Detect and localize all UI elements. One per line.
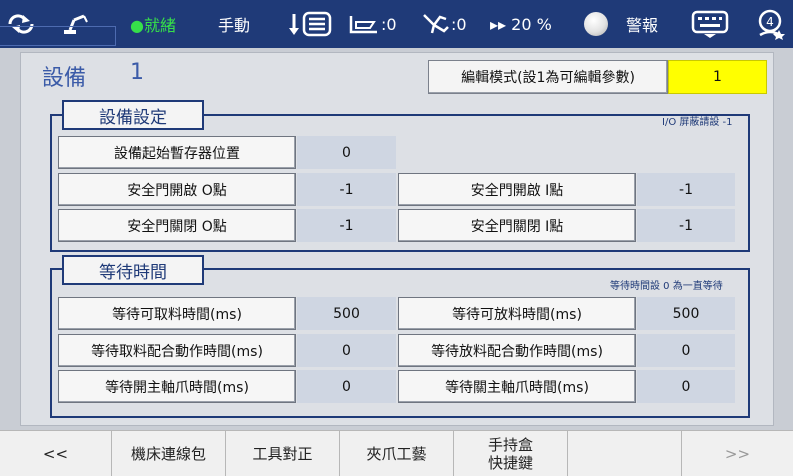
alarm-label[interactable]: 警報 [626, 0, 658, 48]
tab-handheld-shortcut-line1: 手持盒 [487, 436, 533, 454]
wait-pick-action-input[interactable]: 0 [297, 334, 396, 367]
start-register-input[interactable]: 0 [297, 136, 396, 169]
door-close-i-label: 安全門關閉 I點 [398, 209, 636, 242]
wait-place-action-label: 等待放料配合動作時間(ms) [398, 334, 636, 367]
status-ready: ●就緒 [130, 16, 176, 35]
edit-mode-input[interactable]: 1 [668, 60, 767, 94]
tab-tool-align[interactable]: 工具對正 [226, 431, 340, 476]
device-number: 1 [130, 60, 144, 85]
counter-2: :0 [451, 14, 467, 34]
door-open-o-input[interactable]: -1 [297, 173, 396, 206]
prev-page-button[interactable]: << [0, 431, 112, 476]
speed-readout[interactable]: ▸▸ 20 % [490, 0, 552, 48]
speed-knob[interactable] [584, 0, 608, 48]
speed-knob-icon [584, 12, 608, 36]
gripper-icon[interactable] [420, 0, 452, 48]
conveyor-icon[interactable] [348, 0, 380, 48]
wait-time-title: 等待時間 [62, 255, 204, 285]
door-open-i-input[interactable]: -1 [637, 173, 735, 206]
tab-handheld-shortcut[interactable]: 手持盒 快捷鍵 [454, 431, 568, 476]
tab-handheld-shortcut-line2: 快捷鍵 [487, 454, 533, 472]
door-close-o-input[interactable]: -1 [297, 209, 396, 242]
empty-tab-slot [568, 431, 682, 476]
bottom-nav-bar: << 機床連線包 工具對正 夾爪工藝 手持盒 快捷鍵 >> [0, 430, 793, 476]
mode-indicator-box [0, 26, 116, 46]
equipment-settings-title: 設備設定 [62, 100, 204, 130]
user-level-icon[interactable]: 4 [757, 0, 785, 48]
io-mask-note: I/O 屏蔽請設 -1 [662, 117, 733, 128]
door-close-o-label: 安全門關閉 O點 [58, 209, 296, 242]
wait-spindle-close-label: 等待關主軸爪時間(ms) [398, 370, 636, 403]
wait-place-ready-input[interactable]: 500 [637, 297, 735, 330]
top-status-bar: ●就緒 手動 :0 :0 ▸▸ 20 % 警報 4 [0, 0, 793, 48]
wait-place-action-input[interactable]: 0 [637, 334, 735, 367]
next-page-button[interactable]: >> [682, 431, 793, 476]
wait-pick-ready-label: 等待可取料時間(ms) [58, 297, 296, 330]
wait-pick-ready-input[interactable]: 500 [297, 297, 396, 330]
svg-text:4: 4 [766, 15, 774, 29]
wait-spindle-close-input[interactable]: 0 [637, 370, 735, 403]
mode-label[interactable]: 手動 [218, 0, 250, 48]
wait-time-note: 等待時間設 0 為一直等待 [610, 281, 723, 292]
start-register-label: 設備起始暫存器位置 [58, 136, 296, 169]
edit-mode-label: 編輯模式(設1為可編輯參數) [428, 60, 668, 94]
tab-gripper-process[interactable]: 夾爪工藝 [340, 431, 454, 476]
keyboard-icon[interactable] [690, 0, 730, 48]
door-open-o-label: 安全門開啟 O點 [58, 173, 296, 206]
door-open-i-label: 安全門開啟 I點 [398, 173, 636, 206]
wait-pick-action-label: 等待取料配合動作時間(ms) [58, 334, 296, 367]
counter-1: :0 [381, 14, 397, 34]
program-list-icon[interactable] [288, 0, 334, 48]
tab-machine-link[interactable]: 機床連線包 [112, 431, 226, 476]
wait-spindle-open-input[interactable]: 0 [297, 370, 396, 403]
wait-place-ready-label: 等待可放料時間(ms) [398, 297, 636, 330]
device-title: 設備 [42, 66, 87, 91]
door-close-i-input[interactable]: -1 [637, 209, 735, 242]
wait-spindle-open-label: 等待開主軸爪時間(ms) [58, 370, 296, 403]
